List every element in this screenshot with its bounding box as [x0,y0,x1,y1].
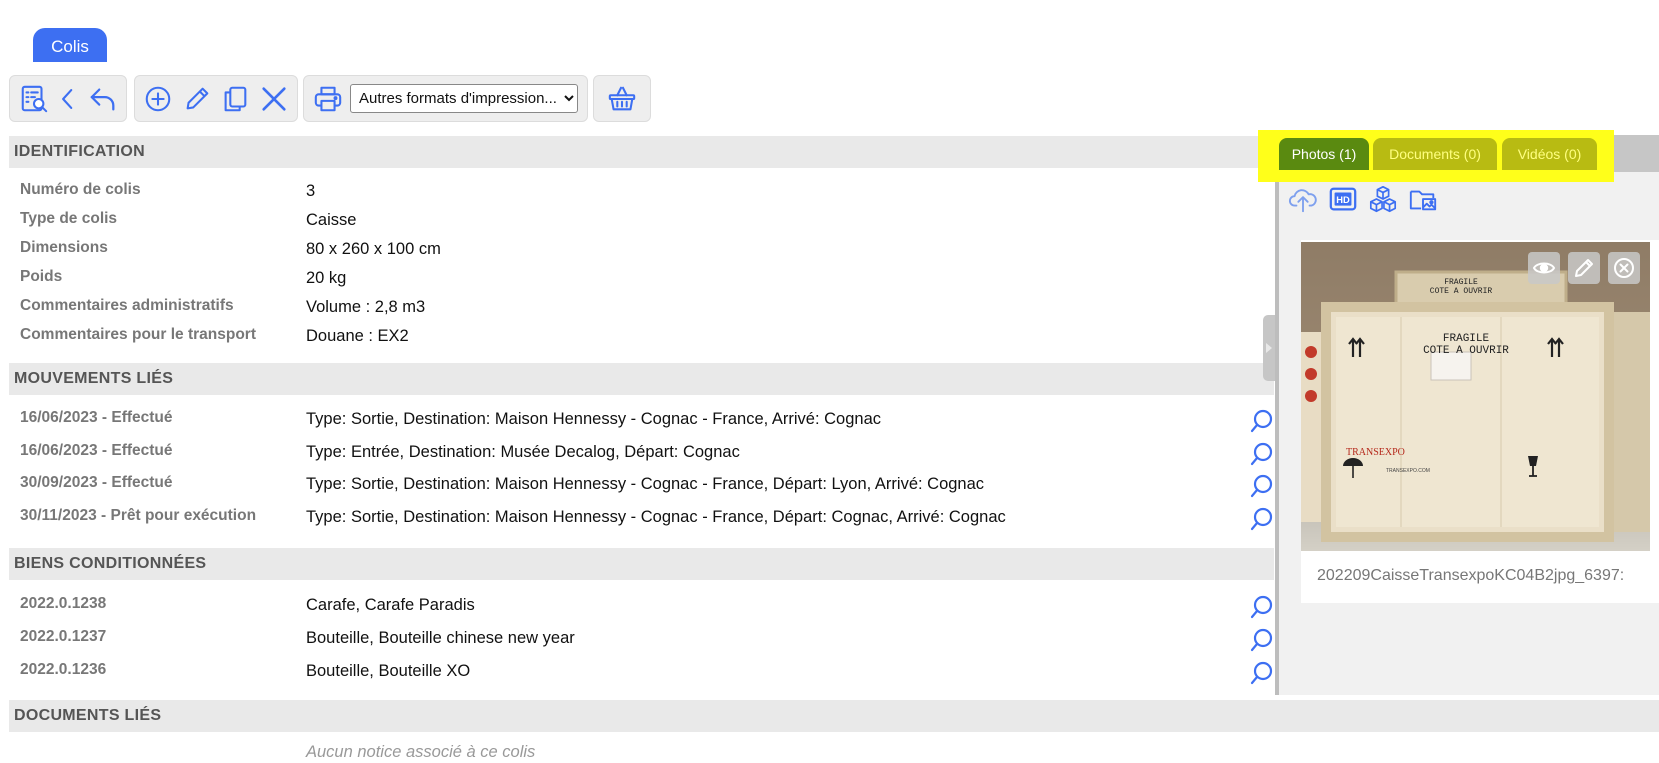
crate-small-text: TRANSEXPO.COM [1386,468,1430,474]
section-mouvements-header: MOUVEMENTS LIÉS [9,363,1274,395]
basket-icon[interactable] [604,81,640,117]
identification-row: Numéro de colis 3 [20,181,1275,209]
red-labels [1305,346,1317,402]
field-label: Poids [20,268,63,285]
svg-text:HD: HD [1336,195,1350,205]
bien-inventory-number: 2022.0.1237 [20,628,107,645]
copy-icon[interactable] [218,81,253,117]
mouvement-date-status: 16/06/2023 - Effectué [20,409,173,426]
mouvement-details: Type: Sortie, Destination: Maison Hennes… [306,508,1006,526]
field-value: 80 x 260 x 100 cm [306,240,441,258]
documents-empty-text: Aucun notice associé à ce colis [306,743,536,761]
printer-icon[interactable] [310,81,346,117]
mouvement-row: 30/11/2023 - Prêt pour exécution Type: S… [20,507,1275,535]
search-icon[interactable] [1250,507,1274,531]
mouvement-row: 16/06/2023 - Effectué Type: Sortie, Dest… [20,409,1275,437]
bien-row: 2022.0.1238 Carafe, Carafe Paradis [20,595,1275,623]
toolbar-print-group: Autres formats d'impression... [303,75,588,122]
add-circle-icon[interactable] [141,81,176,117]
bien-row: 2022.0.1237 Bouteille, Bouteille chinese… [20,628,1275,656]
cloud-upload-icon[interactable] [1287,183,1319,215]
identification-row: Dimensions 80 x 260 x 100 cm [20,239,1275,267]
search-icon[interactable] [1250,595,1274,619]
search-icon[interactable] [1250,628,1274,652]
hd-icon[interactable]: HD [1327,183,1359,215]
identification-row: Commentaires administratifs Volume : 2,8… [20,297,1275,325]
identification-row: Commentaires pour le transport Douane : … [20,326,1275,354]
field-label: Commentaires pour le transport [20,326,256,343]
close-x-icon[interactable] [257,81,292,117]
search-icon[interactable] [1250,409,1274,433]
bien-row: 2022.0.1236 Bouteille, Bouteille XO [20,661,1275,689]
cubes-icon[interactable] [1367,183,1399,215]
media-toolbar: HD [1287,183,1439,215]
panel-collapse-handle[interactable] [1263,315,1275,381]
search-icon[interactable] [1250,474,1274,498]
search-icon[interactable] [1250,661,1274,685]
back-crate-fragile-text: FRAGILE [1444,278,1478,287]
crate-brand-text: TRANSEXPO [1346,447,1405,458]
field-label: Numéro de colis [20,181,141,198]
bien-inventory-number: 2022.0.1238 [20,595,107,612]
field-value: Caisse [306,211,357,229]
search-list-icon[interactable] [16,81,51,117]
tab-videos[interactable]: Vidéos (0) [1502,138,1597,170]
bien-description: Bouteille, Bouteille chinese new year [306,629,575,647]
crate-side-text: COTE A OUVRIR [1423,345,1509,357]
tab-documents[interactable]: Documents (0) [1373,138,1497,170]
undo-arrow-icon[interactable] [85,81,120,117]
pencil-icon[interactable] [180,81,215,117]
section-identification-header: IDENTIFICATION [9,136,1274,168]
field-value: Volume : 2,8 m3 [306,298,426,316]
identification-row: Poids 20 kg [20,268,1275,296]
back-crate-side-text: COTE A OUVRIR [1430,287,1493,296]
mouvement-date-status: 30/11/2023 - Prêt pour exécution [20,507,257,524]
mouvement-date-status: 16/06/2023 - Effectué [20,442,173,459]
toolbar-basket-group [593,75,651,122]
pencil-icon[interactable] [1568,252,1600,284]
field-value: 3 [306,182,316,200]
field-label: Commentaires administratifs [20,297,234,314]
photo-thumbnail[interactable]: FRAGILE COTE A OUVRIR FRAGILE COTE A OUV… [1301,242,1650,551]
mouvement-details: Type: Sortie, Destination: Maison Hennes… [306,410,882,428]
field-value: Douane : EX2 [306,327,409,345]
crate-fragile-text: FRAGILE [1443,333,1490,345]
print-format-select[interactable]: Autres formats d'impression... [350,84,578,113]
mouvement-date-status: 30/09/2023 - Effectué [20,474,173,491]
close-circle-icon[interactable] [1608,252,1640,284]
tab-photos[interactable]: Photos (1) [1279,138,1369,170]
mouvement-details: Type: Entrée, Destination: Musée Decalog… [306,443,740,461]
section-biens-header: BIENS CONDITIONNÉES [9,548,1274,580]
identification-row: Type de colis Caisse [20,210,1275,238]
section-documents-header: DOCUMENTS LIÉS [9,700,1659,732]
mouvement-row: 30/09/2023 - Effectué Type: Sortie, Dest… [20,474,1275,502]
tab-colis[interactable]: Colis [33,28,107,62]
field-label: Type de colis [20,210,118,227]
field-label: Dimensions [20,239,108,256]
photo-caption: 202209CaisseTransexpoKC04B2jpg_6397: [1317,567,1625,584]
bien-description: Bouteille, Bouteille XO [306,662,471,680]
mouvement-row: 16/06/2023 - Effectué Type: Entrée, Dest… [20,442,1275,470]
field-value: 20 kg [306,269,347,287]
chevron-left-icon[interactable] [55,81,81,117]
eye-icon[interactable] [1528,252,1560,284]
toolbar-nav-group [9,75,127,122]
bien-description: Carafe, Carafe Paradis [306,596,475,614]
mouvement-details: Type: Sortie, Destination: Maison Hennes… [306,475,985,493]
photo-actions [1528,252,1640,284]
search-icon[interactable] [1250,442,1274,466]
toolbar-edit-group [134,75,298,122]
bien-inventory-number: 2022.0.1236 [20,661,107,678]
folder-image-icon[interactable] [1407,183,1439,215]
